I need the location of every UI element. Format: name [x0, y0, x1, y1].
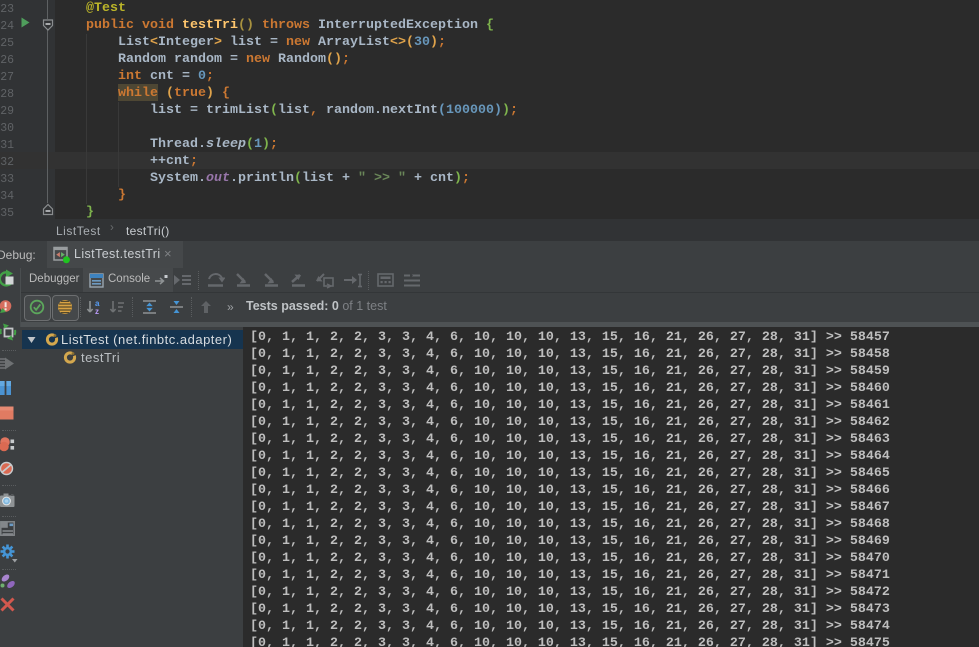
svg-text:z: z: [95, 307, 99, 315]
